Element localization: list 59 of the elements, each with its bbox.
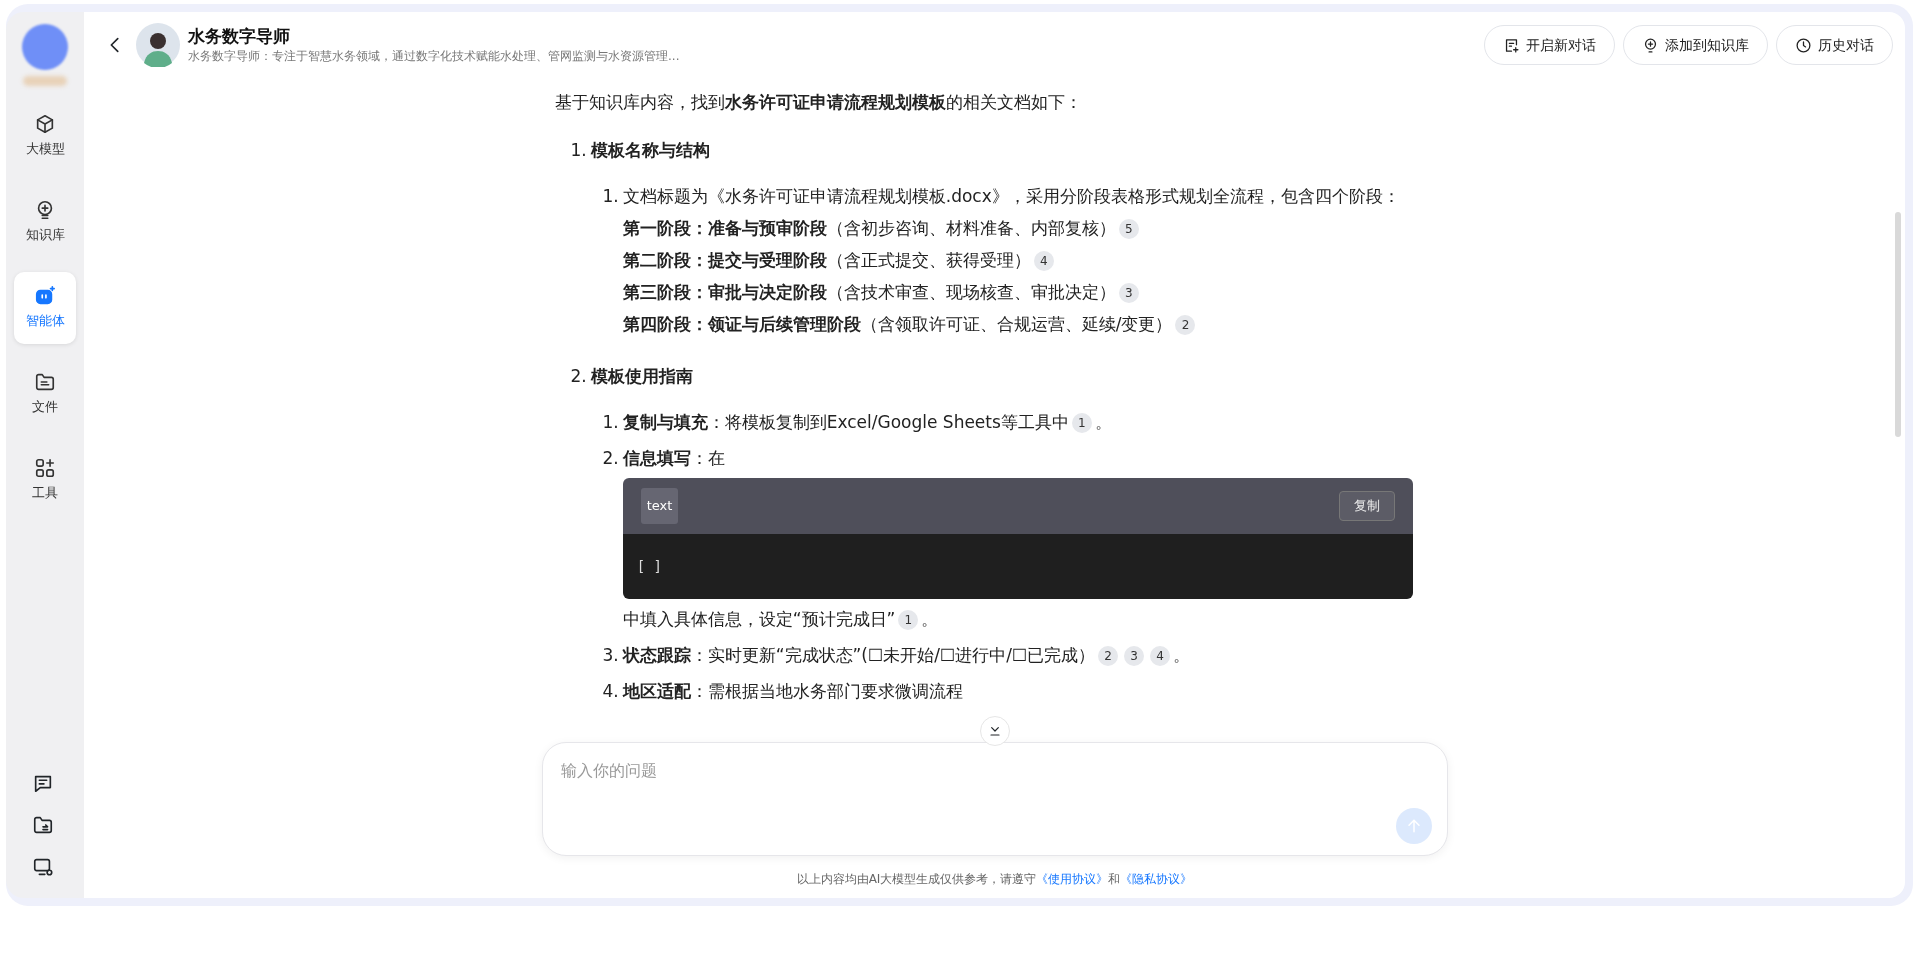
disclaimer: 以上内容均由AI大模型生成仅供参考，请遵守《使用协议》和《隐私协议》 <box>795 871 1194 888</box>
terms-link[interactable]: 《使用协议》 <box>1036 872 1109 886</box>
item-text: 状态跟踪：实时更新“完成状态”(☐未开始/☐进行中/☐已完成） <box>622 645 1096 665</box>
citation-badge[interactable]: 4 <box>1033 251 1054 271</box>
intro-text: 基于知识库内容，找到水务许可证申请流程规划模板的相关文档如下： <box>554 91 1083 114</box>
stage-text: 第四阶段：领证与后续管理阶段（含领取许可证、合规运营、延续/变更） <box>622 314 1173 334</box>
stage-text: 第二阶段：提交与受理阶段（含正式提交、获得受理） <box>622 250 1031 270</box>
list-number: 3. <box>602 644 619 667</box>
action-button[interactable]: 添加到知识库 <box>1623 25 1768 65</box>
citation-badge[interactable]: 5 <box>1118 219 1139 239</box>
punctuation: 。 <box>1094 412 1112 432</box>
section-heading: 模板名称与结构 <box>590 139 710 162</box>
logo <box>22 24 68 70</box>
citation-badge[interactable]: 2 <box>1175 315 1196 335</box>
cube-icon <box>34 113 56 136</box>
agent-description: 水务数字导师：专注于智慧水务领域，通过数字化技术赋能水处理、管网监测与水资源管理... <box>188 48 680 66</box>
avatar <box>136 23 180 67</box>
item-text: 中填入具体信息，设定“预计完成日” <box>622 609 896 629</box>
punctuation: 。 <box>1173 645 1191 665</box>
list-number: 1. <box>602 411 619 434</box>
sidebar-item[interactable]: 知识库 <box>14 186 76 258</box>
sidebar-item[interactable]: 大模型 <box>14 100 76 172</box>
item-text: 文档标题为《水务许可证申请流程规划模板.docx》，采用分阶段表格形式规划全流程，包含四个阶段： <box>622 186 1400 206</box>
citation-badge[interactable]: 1 <box>898 610 919 630</box>
item-text: 信息填写：在 <box>622 448 725 468</box>
question-field[interactable]: 输入你的问题 <box>541 742 1448 856</box>
list-number: 4. <box>602 680 619 703</box>
copy-button[interactable]: 复制 <box>1338 491 1395 521</box>
sidebar-item[interactable]: 文件 <box>14 358 76 430</box>
logo-caption <box>23 76 67 86</box>
sidebar-item[interactable]: 工具 <box>14 444 76 516</box>
action-button[interactable]: 历史对话 <box>1776 25 1893 65</box>
agent-name: 水务数字导师 <box>188 24 291 48</box>
list-number: 1. <box>602 185 619 208</box>
citation-badge[interactable]: 1 <box>1071 413 1092 433</box>
scroll-down-button[interactable] <box>979 716 1010 746</box>
clock-icon <box>1795 36 1812 54</box>
privacy-link[interactable]: 《隐私协议》 <box>1120 872 1193 886</box>
list-number: 2. <box>602 447 619 470</box>
punctuation: 。 <box>921 609 939 629</box>
list-number: 2. <box>570 365 587 388</box>
action-button[interactable]: 开启新对话 <box>1484 25 1615 65</box>
section-heading: 模板使用指南 <box>590 365 693 388</box>
list-number: 1. <box>570 139 587 162</box>
citation-badge[interactable]: 3 <box>1124 646 1145 666</box>
citation-badge[interactable]: 4 <box>1150 646 1171 666</box>
item-text: 地区适配：需根据当地水务部门要求微调流程 <box>622 681 963 701</box>
citation-badge[interactable]: 2 <box>1098 646 1119 666</box>
stage-text: 第三阶段：审批与决定阶段（含技术审查、现场核查、审批决定） <box>622 282 1116 302</box>
note-plus-icon <box>1503 36 1520 54</box>
citation-badge[interactable]: 3 <box>1118 283 1139 303</box>
sidebar-item[interactable]: 智能体 <box>14 272 76 344</box>
lightbulb-icon <box>1642 36 1659 54</box>
code-block: [ ] <box>622 534 1413 599</box>
scrollbar[interactable] <box>1895 212 1901 437</box>
stage-text: 第一阶段：准备与预审阶段（含初步咨询、材料准备、内部复核） <box>622 218 1116 238</box>
apps-icon <box>34 457 56 480</box>
code-language: text <box>640 488 679 524</box>
item-text: 复制与填充：将模板复制到Excel/Google Sheets等工具中 <box>622 412 1069 432</box>
